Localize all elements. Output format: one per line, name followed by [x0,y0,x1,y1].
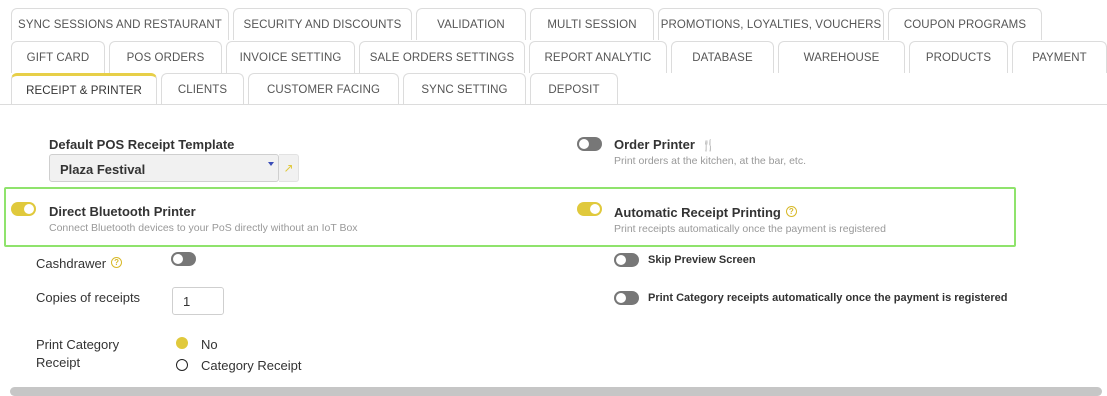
radio-no-label: No [201,337,218,352]
copies-label: Copies of receipts [36,290,141,305]
auto-receipt-description: Print receipts automatically once the pa… [614,223,886,235]
direct-bluetooth-setting: Direct Bluetooth Printer Connect Bluetoo… [49,204,358,234]
order-printer-toggle[interactable] [577,137,602,151]
tab-customer-facing[interactable]: CUSTOMER FACING [248,73,399,105]
radio-category-receipt-label: Category Receipt [201,358,302,373]
help-icon: ? [111,257,123,268]
tab-sale-orders-settings[interactable]: SALE ORDERS SETTINGS [359,41,525,73]
tab-products[interactable]: PRODUCTS [909,41,1008,73]
print-category-receipt-line2: Receipt [36,355,81,370]
auto-receipt-setting: Automatic Receipt Printing? Print receip… [614,205,886,235]
order-printer-label-text: Order Printer [614,137,695,152]
cutlery-icon: 🍴 [701,140,716,152]
tab-deposit[interactable]: DEPOSIT [530,73,618,105]
tab-gift-card[interactable]: GIFT CARD [11,41,105,73]
radio-category-receipt[interactable] [176,359,188,371]
cashdrawer-label-text: Cashdrawer [36,256,107,271]
auto-receipt-label-text: Automatic Receipt Printing [614,205,781,220]
tabs-divider [0,104,1107,105]
tab-clients[interactable]: CLIENTS [161,73,244,105]
direct-bluetooth-label: Direct Bluetooth Printer [49,204,196,219]
copies-input[interactable]: 1 [172,287,224,315]
skip-preview-toggle[interactable] [614,253,639,267]
tab-sync-setting[interactable]: SYNC SETTING [403,73,526,105]
skip-preview-label: Skip Preview Screen [648,254,756,266]
tab-report-analytic[interactable]: REPORT ANALYTIC [529,41,667,73]
print-category-auto-label: Print Category receipts automatically on… [648,292,1008,304]
direct-bluetooth-description: Connect Bluetooth devices to your PoS di… [49,222,358,234]
tab-receipt-printer[interactable]: RECEIPT & PRINTER [11,73,157,105]
tab-multi-session[interactable]: MULTI SESSION [530,8,654,40]
tab-invoice-setting[interactable]: INVOICE SETTING [226,41,355,73]
horizontal-scrollbar[interactable] [10,387,1102,396]
tab-sync-sessions[interactable]: SYNC SESSIONS AND RESTAURANT [11,8,229,40]
order-printer-description: Print orders at the kitchen, at the bar,… [614,155,807,167]
cashdrawer-toggle[interactable] [171,252,196,266]
print-category-auto-toggle[interactable] [614,291,639,305]
tab-row-3: RECEIPT & PRINTER CLIENTS CUSTOMER FACIN… [0,73,618,105]
order-printer-label: Order Printer 🍴 [614,137,806,152]
tab-pos-orders[interactable]: POS ORDERS [109,41,222,73]
help-icon: ? [785,206,797,217]
tab-promotions[interactable]: PROMOTIONS, LOYALTIES, VOUCHERS [658,8,884,40]
order-printer-setting: Order Printer 🍴 Print orders at the kitc… [614,137,806,167]
tab-validation[interactable]: VALIDATION [416,8,526,40]
auto-receipt-toggle[interactable] [577,202,602,216]
tab-row-2: GIFT CARD POS ORDERS INVOICE SETTING SAL… [0,41,1107,73]
chevron-down-icon [268,162,274,166]
tab-warehouse[interactable]: WAREHOUSE [778,41,905,73]
external-link-icon[interactable]: ↗ [279,154,299,182]
auto-receipt-label: Automatic Receipt Printing? [614,205,886,220]
tab-security-discounts[interactable]: SECURITY AND DISCOUNTS [233,8,412,40]
receipt-template-value: Plaza Festival [60,162,146,177]
tab-row-1: SYNC SESSIONS AND RESTAURANT SECURITY AN… [0,8,1042,40]
radio-no[interactable] [176,337,188,349]
tab-database[interactable]: DATABASE [671,41,774,73]
direct-bluetooth-toggle[interactable] [11,202,36,216]
cashdrawer-label: Cashdrawer? [36,256,123,271]
print-category-receipt-line1: Print Category [36,337,120,352]
tab-payment[interactable]: PAYMENT [1012,41,1107,73]
settings-tabs: SYNC SESSIONS AND RESTAURANT SECURITY AN… [0,0,1107,105]
receipt-template-select[interactable]: Plaza Festival [49,154,279,182]
print-category-receipt-label: Print Category Receipt [36,336,119,372]
tab-coupon-programs[interactable]: COUPON PROGRAMS [888,8,1042,40]
receipt-template-label: Default POS Receipt Template [49,137,235,152]
